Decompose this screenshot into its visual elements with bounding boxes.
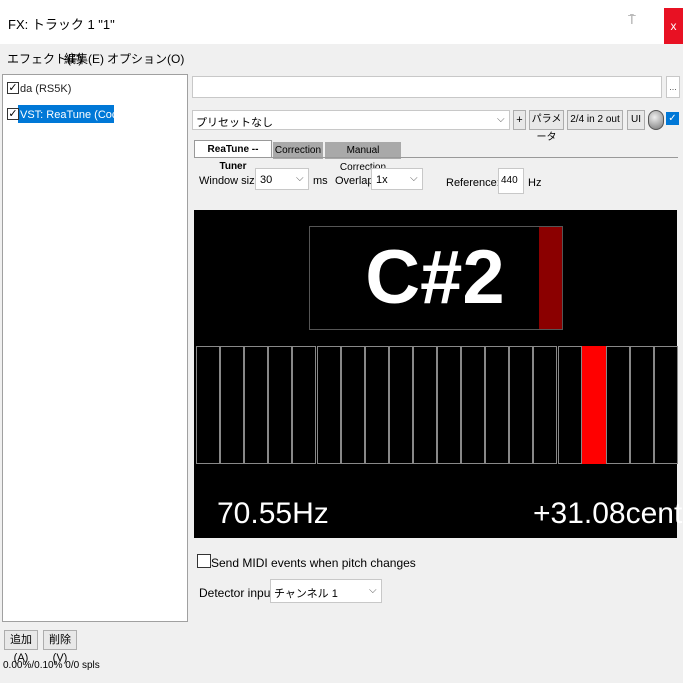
tuner-cell-active [581,346,606,464]
tuner-cell [412,346,437,464]
send-midi-label: Send MIDI events when pitch changes [211,556,416,570]
tuner-cell [220,346,245,464]
chevron-down-icon: ⌵ [497,114,505,125]
tuner-cell [316,346,341,464]
add-fx-button[interactable]: 追加(A) [4,630,38,664]
send-midi-checkbox[interactable] [197,554,211,568]
fx-1-name[interactable]: da (RS5K) [20,83,71,95]
tuner-cell [340,346,365,464]
reference-label: Reference: [446,177,500,189]
frequency-readout: 70.55Hz [217,497,329,530]
menu-edit[interactable]: 編集(E) [64,50,104,67]
detector-input-select[interactable]: チャンネル 1 ⌵ [270,579,382,603]
tab-tuner[interactable]: ReaTune -- Tuner [194,140,272,172]
window-size-select[interactable]: 30 ⌵ [255,168,309,190]
tab-divider [194,157,678,158]
reference-unit: Hz [528,177,542,189]
tuner-cell [244,346,269,464]
chevron-down-icon: ⌵ [296,173,304,184]
fx-1-enable-checkbox[interactable]: ✓ [7,82,19,94]
reference-input[interactable]: 440 [498,168,524,194]
tuner-cell [292,346,317,464]
fx-enable-checkbox[interactable]: ✓ [666,112,679,125]
note-deviation-bar [539,227,562,329]
detector-input-value: チャンネル 1 [274,588,338,600]
fx-2-name[interactable]: VST: ReaTune (Cockos) [20,109,138,121]
preset-value: プリセットなし [196,117,273,129]
add-preset-button[interactable]: + [513,110,526,130]
window-size-unit: ms [313,175,328,187]
params-button[interactable]: パラメータ [529,110,564,143]
fx-2-enable-checkbox[interactable]: ✓ [7,108,19,120]
cpu-status: 0.00%/0.10% 0/0 spls [3,660,100,671]
ui-button[interactable]: UI [627,110,645,130]
tuner-cell [629,346,654,464]
fx-chain-list[interactable] [2,74,188,622]
window-size-value: 30 [260,174,273,186]
tuner-cell [533,346,558,464]
tuner-cell [196,346,220,464]
tuner-cell [437,346,461,464]
remove-fx-button[interactable]: 削除(V) [43,630,77,664]
fx-top-input[interactable] [192,76,662,98]
chevron-down-icon: ⌵ [410,173,418,184]
window-title: FX: トラック 1 "1" [8,17,115,32]
overlap-value: 1x [376,174,388,186]
tuner-cell [485,346,510,464]
tuner-cell [509,346,534,464]
detector-input-label: Detector input: [199,586,278,600]
cents-readout: +31.08cents [533,497,683,530]
tuner-cell [268,346,293,464]
wet-knob-icon[interactable] [648,110,664,130]
tuner-cell [557,346,582,464]
more-options-button[interactable]: ... [666,76,680,98]
tuner-cell [388,346,413,464]
tuner-cell [461,346,486,464]
tuner-cell [653,346,678,464]
io-routing-button[interactable]: 2/4 in 2 out [567,110,623,130]
reference-value: 440 [501,175,518,186]
preset-select[interactable]: プリセットなし ⌵ [192,110,510,130]
close-button[interactable]: x [664,8,683,44]
detected-note: C#2 [365,235,505,320]
pin-icon[interactable]: ⍑ [628,12,636,28]
overlap-select[interactable]: 1x ⌵ [371,168,423,190]
menu-options[interactable]: オプション(O) [107,50,184,67]
tuner-cell [364,346,389,464]
tuner-cell [605,346,630,464]
chevron-down-icon: ⌵ [369,585,377,596]
